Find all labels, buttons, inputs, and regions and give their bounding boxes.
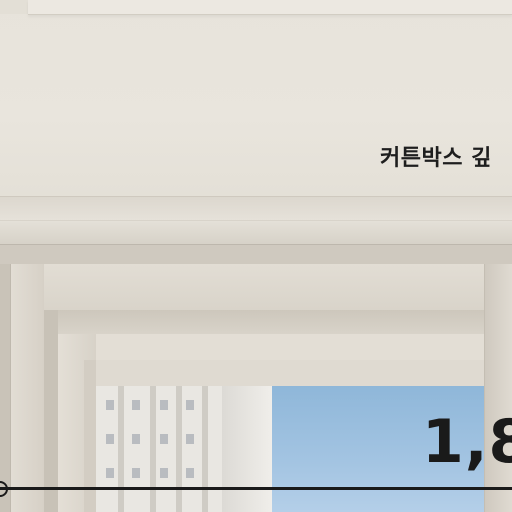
building-window: [160, 468, 168, 478]
building-window: [186, 400, 194, 410]
building-window: [160, 400, 168, 410]
window-sash-top: [58, 334, 484, 361]
ceiling-step: [0, 0, 28, 14]
building-window: [160, 434, 168, 444]
building-column: [176, 386, 182, 512]
window-reveal-left: [44, 310, 58, 512]
building-window: [132, 434, 140, 444]
window-frame-top: [44, 264, 484, 311]
curtain-box-moulding-middle: [0, 220, 512, 245]
building-column: [118, 386, 124, 512]
dimension-line: [0, 487, 512, 490]
window-frame-left: [10, 264, 45, 512]
building-window: [132, 400, 140, 410]
dimension-value: 1,8: [422, 407, 512, 477]
building-window: [106, 434, 114, 444]
building-column: [202, 386, 208, 512]
building-window: [106, 400, 114, 410]
building-window: [132, 468, 140, 478]
building-shaded-side: [222, 386, 272, 512]
curtain-box-moulding-lower: [0, 244, 512, 265]
window-reveal-top: [58, 310, 484, 334]
curtain-box-label: 커튼박스 깊: [380, 146, 492, 171]
interior-render: 커튼박스 깊 1,8: [0, 0, 512, 512]
wall-edge-left: [0, 264, 10, 512]
crown-moulding: [28, 0, 512, 15]
building-window: [186, 468, 194, 478]
building-column: [150, 386, 156, 512]
building-window: [106, 468, 114, 478]
window-inner-frame-top: [84, 360, 484, 387]
curtain-box-moulding-upper: [0, 196, 512, 221]
building-window: [186, 434, 194, 444]
